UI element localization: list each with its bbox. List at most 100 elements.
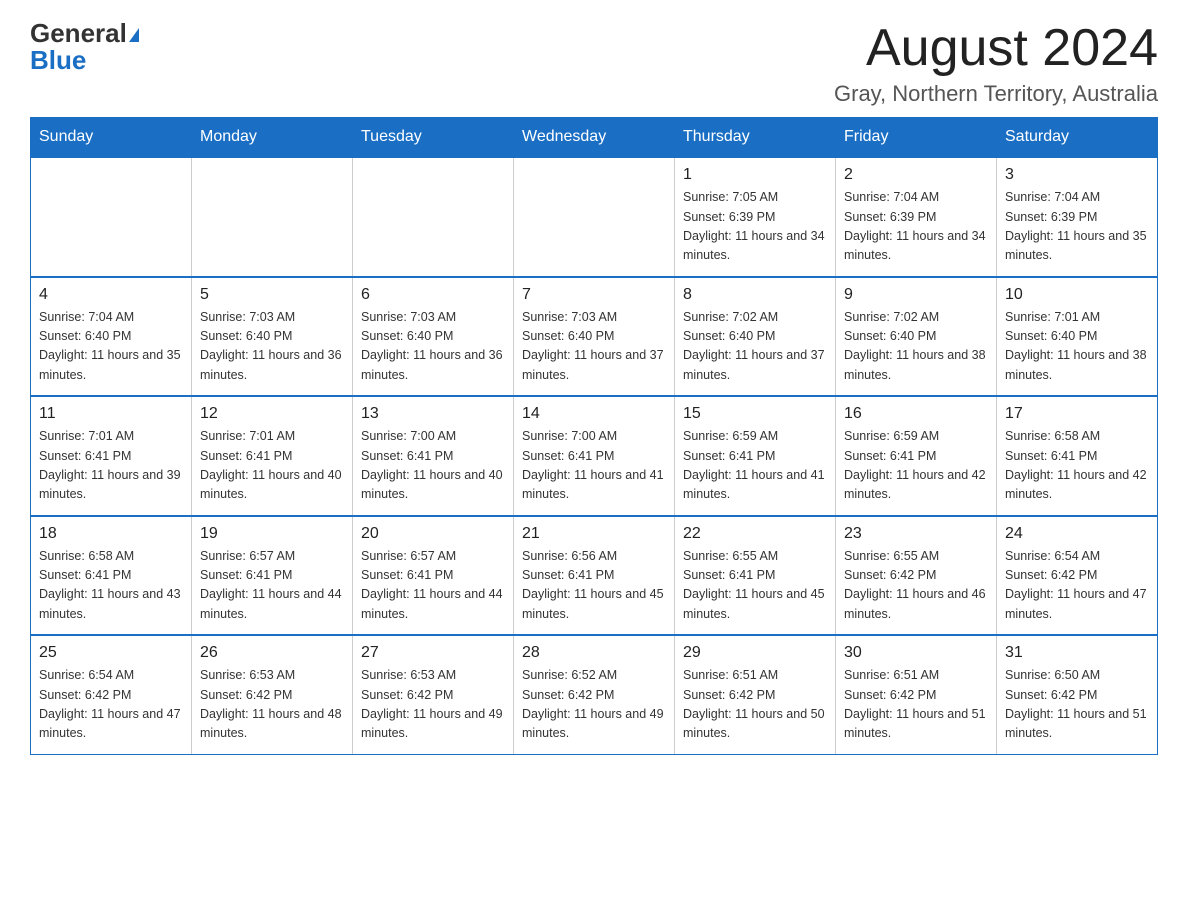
calendar-week-row: 4 Sunrise: 7:04 AMSunset: 6:40 PMDaylight… <box>31 277 1158 397</box>
day-info: Sunrise: 6:59 AMSunset: 6:41 PMDaylight:… <box>683 427 827 505</box>
calendar-week-row: 25Sunrise: 6:54 AMSunset: 6:42 PMDayligh… <box>31 635 1158 754</box>
calendar-cell: 30 Sunrise: 6:51 AMSunset: 6:42 PMDayligh… <box>836 635 997 754</box>
calendar-cell: 8 Sunrise: 7:02 AMSunset: 6:40 PMDaylight… <box>675 277 836 397</box>
day-number: 2 <box>844 166 988 184</box>
day-number: 23 <box>844 525 988 543</box>
calendar-cell <box>31 157 192 277</box>
calendar-cell: 7Sunrise: 7:03 AMSunset: 6:40 PMDaylight… <box>514 277 675 397</box>
calendar-cell: 11 Sunrise: 7:01 AMSunset: 6:41 PMDayligh… <box>31 396 192 516</box>
calendar-cell: 18 Sunrise: 6:58 AMSunset: 6:41 PMDayligh… <box>31 516 192 636</box>
day-info: Sunrise: 7:00 AMSunset: 6:41 PMDaylight:… <box>522 427 666 505</box>
day-info: Sunrise: 6:58 AMSunset: 6:41 PMDaylight:… <box>39 547 183 625</box>
day-info: Sunrise: 7:01 AMSunset: 6:40 PMDaylight:… <box>1005 308 1149 386</box>
calendar-cell: 3 Sunrise: 7:04 AMSunset: 6:39 PMDaylight… <box>997 157 1158 277</box>
day-info: Sunrise: 6:56 AMSunset: 6:41 PMDaylight:… <box>522 547 666 625</box>
day-number: 13 <box>361 405 505 423</box>
calendar-cell: 23 Sunrise: 6:55 AMSunset: 6:42 PMDayligh… <box>836 516 997 636</box>
day-header-monday: Monday <box>192 118 353 158</box>
day-number: 14 <box>522 405 666 423</box>
calendar-week-row: 1 Sunrise: 7:05 AMSunset: 6:39 PMDaylight… <box>31 157 1158 277</box>
day-info: Sunrise: 7:03 AMSunset: 6:40 PMDaylight:… <box>200 308 344 386</box>
day-info: Sunrise: 7:01 AMSunset: 6:41 PMDaylight:… <box>200 427 344 505</box>
calendar-cell: 31 Sunrise: 6:50 AMSunset: 6:42 PMDayligh… <box>997 635 1158 754</box>
title-section: August 2024 Gray, Northern Territory, Au… <box>834 20 1158 107</box>
day-info: Sunrise: 6:53 AMSunset: 6:42 PMDaylight:… <box>361 666 505 744</box>
calendar-cell: 6 Sunrise: 7:03 AMSunset: 6:40 PMDaylight… <box>353 277 514 397</box>
day-number: 3 <box>1005 166 1149 184</box>
day-number: 21 <box>522 525 666 543</box>
day-number: 18 <box>39 525 183 543</box>
calendar-cell: 9 Sunrise: 7:02 AMSunset: 6:40 PMDaylight… <box>836 277 997 397</box>
day-number: 22 <box>683 525 827 543</box>
calendar-cell: 13 Sunrise: 7:00 AMSunset: 6:41 PMDayligh… <box>353 396 514 516</box>
calendar-cell: 21 Sunrise: 6:56 AMSunset: 6:41 PMDayligh… <box>514 516 675 636</box>
day-info: Sunrise: 6:51 AMSunset: 6:42 PMDaylight:… <box>844 666 988 744</box>
day-number: 9 <box>844 286 988 304</box>
day-number: 31 <box>1005 644 1149 662</box>
day-info: Sunrise: 6:52 AMSunset: 6:42 PMDaylight:… <box>522 666 666 744</box>
month-title: August 2024 <box>834 20 1158 77</box>
calendar-header-row: SundayMondayTuesdayWednesdayThursdayFrid… <box>31 118 1158 158</box>
day-number: 10 <box>1005 286 1149 304</box>
location-text: Gray, Northern Territory, Australia <box>834 81 1158 107</box>
calendar-cell: 29Sunrise: 6:51 AMSunset: 6:42 PMDayligh… <box>675 635 836 754</box>
calendar-cell <box>353 157 514 277</box>
day-header-sunday: Sunday <box>31 118 192 158</box>
calendar-cell <box>192 157 353 277</box>
day-number: 1 <box>683 166 827 184</box>
calendar-cell: 1 Sunrise: 7:05 AMSunset: 6:39 PMDaylight… <box>675 157 836 277</box>
calendar-cell: 2 Sunrise: 7:04 AMSunset: 6:39 PMDaylight… <box>836 157 997 277</box>
day-number: 8 <box>683 286 827 304</box>
calendar-cell: 5 Sunrise: 7:03 AMSunset: 6:40 PMDaylight… <box>192 277 353 397</box>
calendar-table: SundayMondayTuesdayWednesdayThursdayFrid… <box>30 117 1158 755</box>
day-number: 11 <box>39 405 183 423</box>
day-info: Sunrise: 7:01 AMSunset: 6:41 PMDaylight:… <box>39 427 183 505</box>
day-number: 5 <box>200 286 344 304</box>
day-info: Sunrise: 7:05 AMSunset: 6:39 PMDaylight:… <box>683 188 827 266</box>
calendar-cell: 16Sunrise: 6:59 AMSunset: 6:41 PMDayligh… <box>836 396 997 516</box>
calendar-cell: 20Sunrise: 6:57 AMSunset: 6:41 PMDayligh… <box>353 516 514 636</box>
day-number: 6 <box>361 286 505 304</box>
calendar-cell: 12Sunrise: 7:01 AMSunset: 6:41 PMDayligh… <box>192 396 353 516</box>
day-info: Sunrise: 7:04 AMSunset: 6:39 PMDaylight:… <box>844 188 988 266</box>
logo-line1: General <box>30 20 139 47</box>
calendar-cell: 15Sunrise: 6:59 AMSunset: 6:41 PMDayligh… <box>675 396 836 516</box>
day-info: Sunrise: 6:58 AMSunset: 6:41 PMDaylight:… <box>1005 427 1149 505</box>
day-info: Sunrise: 6:51 AMSunset: 6:42 PMDaylight:… <box>683 666 827 744</box>
day-info: Sunrise: 6:54 AMSunset: 6:42 PMDaylight:… <box>39 666 183 744</box>
logo-triangle-icon <box>129 28 139 42</box>
page-header: General Blue August 2024 Gray, Northern … <box>30 20 1158 107</box>
calendar-cell: 24Sunrise: 6:54 AMSunset: 6:42 PMDayligh… <box>997 516 1158 636</box>
day-info: Sunrise: 7:04 AMSunset: 6:40 PMDaylight:… <box>39 308 183 386</box>
day-number: 19 <box>200 525 344 543</box>
logo-blue-text: Blue <box>30 45 86 75</box>
day-header-friday: Friday <box>836 118 997 158</box>
day-info: Sunrise: 6:53 AMSunset: 6:42 PMDaylight:… <box>200 666 344 744</box>
day-info: Sunrise: 6:54 AMSunset: 6:42 PMDaylight:… <box>1005 547 1149 625</box>
day-info: Sunrise: 6:59 AMSunset: 6:41 PMDaylight:… <box>844 427 988 505</box>
calendar-week-row: 18 Sunrise: 6:58 AMSunset: 6:41 PMDayligh… <box>31 516 1158 636</box>
calendar-cell: 14 Sunrise: 7:00 AMSunset: 6:41 PMDayligh… <box>514 396 675 516</box>
calendar-cell: 4 Sunrise: 7:04 AMSunset: 6:40 PMDaylight… <box>31 277 192 397</box>
logo-line2: Blue <box>30 47 86 74</box>
day-info: Sunrise: 7:04 AMSunset: 6:39 PMDaylight:… <box>1005 188 1149 266</box>
day-info: Sunrise: 6:57 AMSunset: 6:41 PMDaylight:… <box>361 547 505 625</box>
day-info: Sunrise: 6:55 AMSunset: 6:42 PMDaylight:… <box>844 547 988 625</box>
day-info: Sunrise: 6:50 AMSunset: 6:42 PMDaylight:… <box>1005 666 1149 744</box>
day-info: Sunrise: 7:02 AMSunset: 6:40 PMDaylight:… <box>844 308 988 386</box>
day-number: 17 <box>1005 405 1149 423</box>
day-header-wednesday: Wednesday <box>514 118 675 158</box>
day-info: Sunrise: 7:02 AMSunset: 6:40 PMDaylight:… <box>683 308 827 386</box>
calendar-cell: 10 Sunrise: 7:01 AMSunset: 6:40 PMDayligh… <box>997 277 1158 397</box>
calendar-cell: 26Sunrise: 6:53 AMSunset: 6:42 PMDayligh… <box>192 635 353 754</box>
day-number: 4 <box>39 286 183 304</box>
day-info: Sunrise: 7:03 AMSunset: 6:40 PMDaylight:… <box>361 308 505 386</box>
day-number: 30 <box>844 644 988 662</box>
logo-general-text: General <box>30 18 127 48</box>
calendar-cell <box>514 157 675 277</box>
calendar-cell: 22Sunrise: 6:55 AMSunset: 6:41 PMDayligh… <box>675 516 836 636</box>
day-info: Sunrise: 7:00 AMSunset: 6:41 PMDaylight:… <box>361 427 505 505</box>
calendar-cell: 28Sunrise: 6:52 AMSunset: 6:42 PMDayligh… <box>514 635 675 754</box>
day-info: Sunrise: 7:03 AMSunset: 6:40 PMDaylight:… <box>522 308 666 386</box>
day-info: Sunrise: 6:57 AMSunset: 6:41 PMDaylight:… <box>200 547 344 625</box>
